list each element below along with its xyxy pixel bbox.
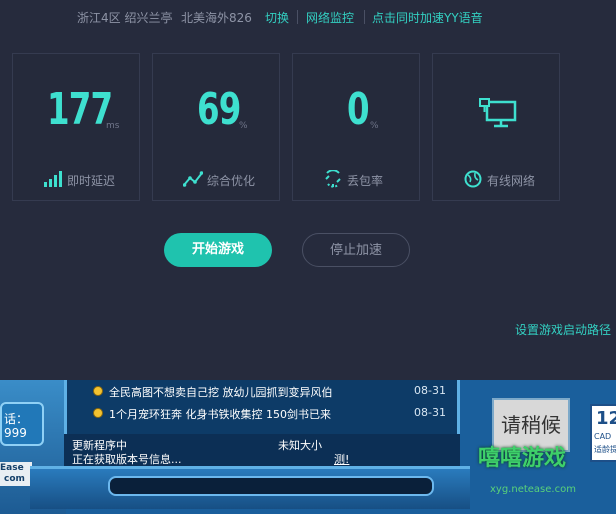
left-badge-line1: 话： [4,412,29,426]
accelerator-panel: 浙江4区 绍兴兰亭 北美海外826 切换 网络监控 点击同时加速YY语音 177… [0,0,616,380]
left-badge-line2: 999 [4,426,27,440]
news-list: 全民高图不想卖自己挖 放幼儿园抓到变异风伯 08-31 1个月宠环狂奔 化身书铁… [64,380,460,434]
age-rating-badge: 12 CAD 适龄提 [590,404,616,462]
latency-label: 即时延迟 [67,174,116,188]
server-region: 浙江4区 绍兴兰亭 [77,11,173,25]
packet-loss-unit: % [370,121,379,131]
start-game-button[interactable]: 开始游戏 [164,233,272,267]
news-item-date: 08-31 [414,384,446,397]
update-status-area: 更新程序中 未知大小 正在获取版本号信息... 测! [64,434,460,466]
divider [364,10,365,24]
switch-node-link[interactable]: 切换 [265,9,289,26]
update-progress-bar [108,476,434,496]
divider [297,10,298,24]
network-type-card: 有线网络 [432,53,560,201]
optimization-card: 69 % 综合优化 [152,53,280,201]
news-item-date: 08-31 [414,406,446,419]
latency-unit: ms [106,121,120,131]
network-type-label: 有线网络 [487,174,536,188]
news-item-title[interactable]: 1个月宠环狂奔 化身书铁收集控 150剑书已来 [109,406,331,422]
optimization-unit: % [239,121,248,131]
set-game-path-link[interactable]: 设置游戏启动路径 [515,321,611,338]
packet-loss-card: 0 % 丢包率 [292,53,420,201]
status-link[interactable]: 测! [334,451,349,467]
site-watermark: 嘻嘻游戏 [478,446,567,471]
network-monitor-link[interactable]: 网络监控 [306,9,354,26]
signal-bars-icon [44,171,62,187]
stop-acceleration-button[interactable]: 停止加速 [302,233,410,267]
version-status-text: 正在获取版本号信息... [72,453,182,466]
left-info-badge: 话： 999 [0,402,44,446]
packet-loss-value: 0 [347,84,370,135]
latency-card: 177 ms 即时延迟 [12,53,140,201]
top-bar: 浙江4区 绍兴兰亭 北美海外826 切换 网络监控 点击同时加速YY语音 [0,0,616,34]
trend-line-icon [183,171,203,187]
optimization-value: 69 [197,84,241,135]
update-size-text: 未知大小 [278,439,322,452]
packet-loss-icon [325,170,341,188]
news-bullet-icon [93,408,103,418]
globe-icon [464,170,482,188]
monitor-network-icon [479,98,517,128]
news-item-title[interactable]: 全民高图不想卖自己挖 放幼儿园抓到变异风伯 [109,384,333,400]
site-watermark-url: xyg.netease.com [490,484,576,495]
game-launcher-window: 话： 999 Ease com 全民高图不想卖自己挖 放幼儿园抓到变异风伯 08… [0,380,616,514]
news-bullet-icon [93,386,103,396]
netease-logo: Ease com [0,462,32,486]
packet-loss-label: 丢包率 [347,174,384,188]
yy-voice-accelerate-link[interactable]: 点击同时加速YY语音 [372,9,483,26]
latency-value: 177 [47,84,113,135]
optimization-label: 综合优化 [207,174,256,188]
accelerator-node: 北美海外826 [181,11,252,25]
